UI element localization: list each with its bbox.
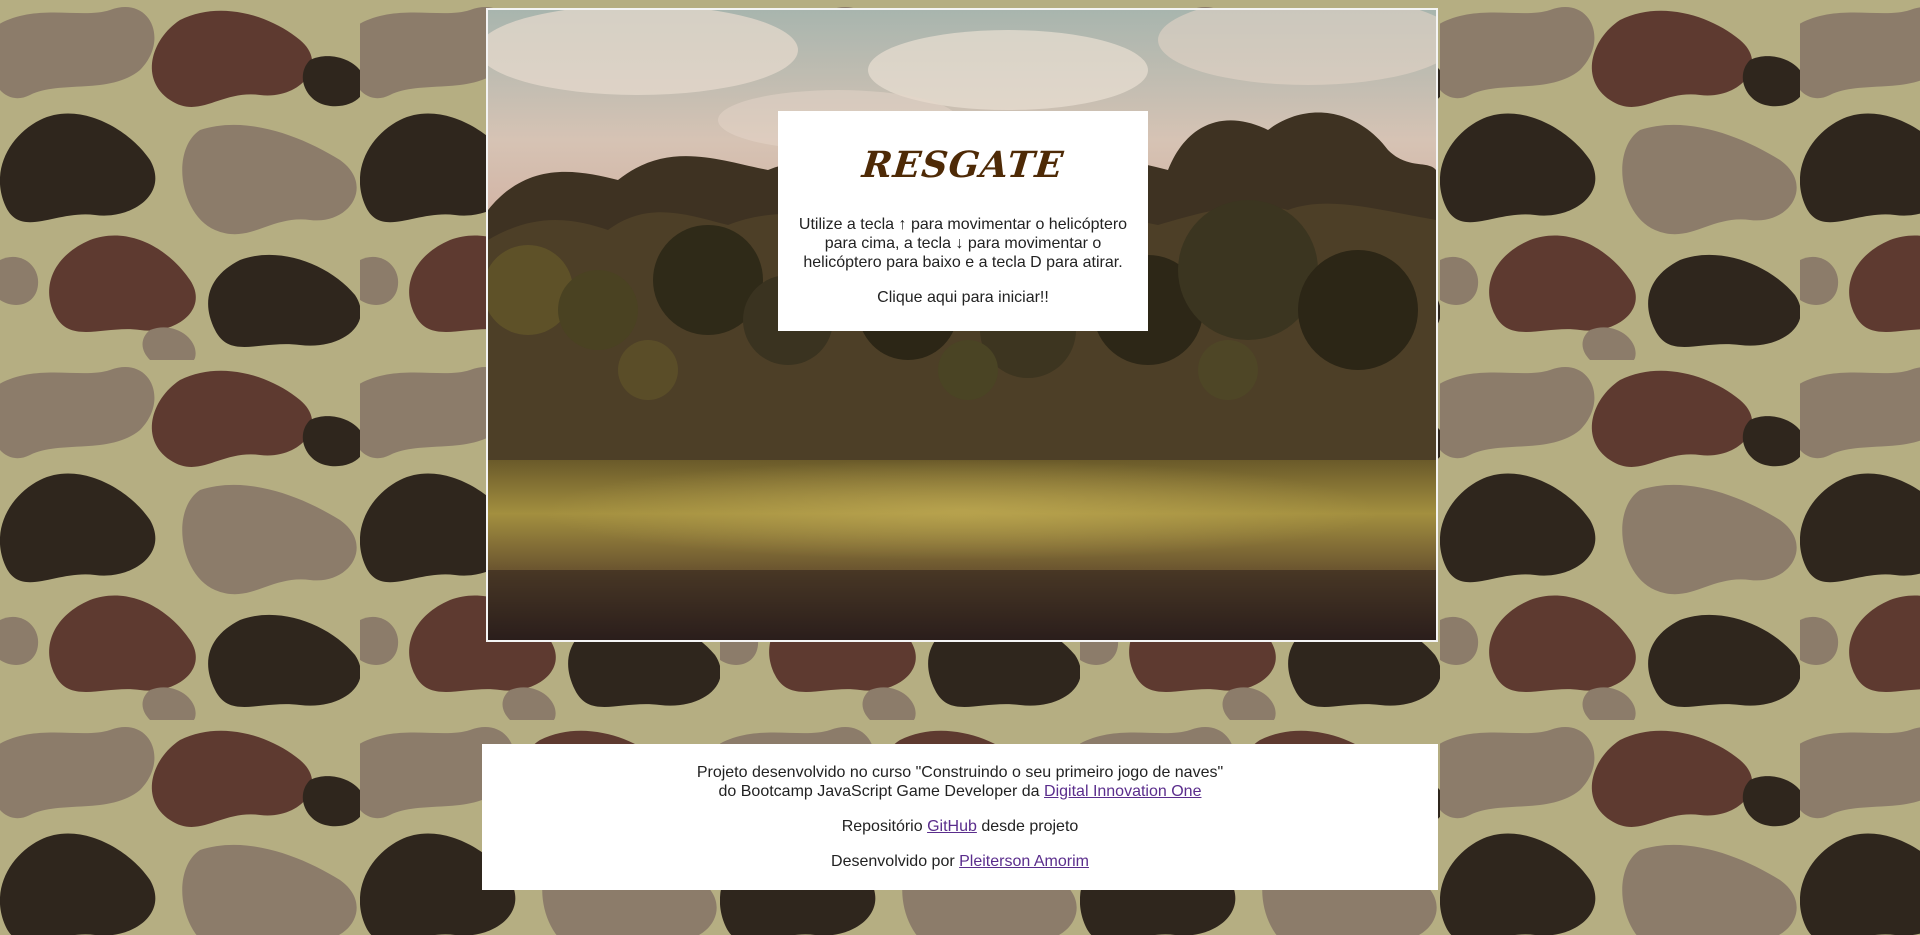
game-instructions: Utilize a tecla ↑ para movimentar o heli…: [798, 216, 1128, 271]
start-game-link[interactable]: Clique aqui para iniciar!!: [796, 288, 1130, 307]
game-title: RESGATE: [860, 144, 1066, 186]
bootcamp-info-line: do Bootcamp JavaScript Game Developer da…: [482, 782, 1438, 801]
game-area[interactable]: RESGATE Utilize a tecla ↑ para movimenta…: [486, 8, 1438, 642]
repository-suffix: desde projeto: [981, 818, 1079, 835]
repository-line: Repositório GitHub desde projeto: [482, 817, 1438, 836]
author-line: Desenvolvido por Pleiterson Amorim: [482, 852, 1438, 871]
bootcamp-text: do Bootcamp JavaScript Game Developer da: [718, 783, 1040, 800]
digital-innovation-one-link[interactable]: Digital Innovation One: [1044, 783, 1201, 800]
github-link[interactable]: GitHub: [927, 818, 977, 835]
author-prefix: Desenvolvido por: [831, 853, 955, 870]
start-dialog[interactable]: RESGATE Utilize a tecla ↑ para movimenta…: [778, 111, 1148, 331]
footer-credits: Projeto desenvolvido no curso "Construin…: [482, 744, 1438, 890]
author-link[interactable]: Pleiterson Amorim: [959, 853, 1089, 870]
repository-prefix: Repositório: [841, 818, 923, 835]
course-info-line: Projeto desenvolvido no curso "Construin…: [696, 764, 1224, 781]
